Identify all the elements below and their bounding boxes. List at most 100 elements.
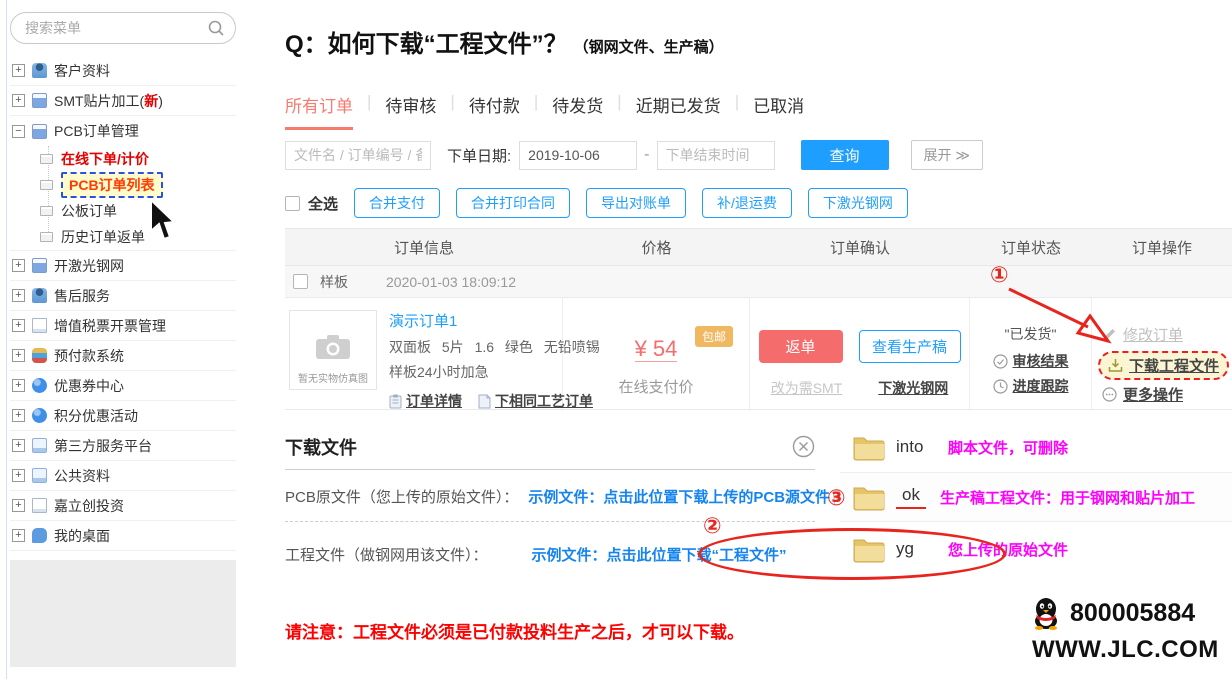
sidebar-footer-area: [10, 560, 236, 667]
annotation-step-1: ①: [990, 262, 1009, 287]
sidebar-item-laser-stencil[interactable]: 开激光钢网: [10, 251, 236, 281]
query-button[interactable]: 查询: [800, 140, 889, 170]
sidebar-item-label: 增值税票开票管理: [54, 317, 166, 334]
sidebar-item-public-resources[interactable]: 公共资料: [10, 461, 236, 491]
tab-pending-shipment[interactable]: 待发货: [520, 92, 603, 127]
camera-icon: [316, 335, 350, 359]
download-engineering-file-link[interactable]: 下载工程文件: [1098, 351, 1230, 380]
sidebar-item-customer-info[interactable]: 客户资料: [10, 56, 236, 86]
pcb-orders-icon: [32, 123, 47, 139]
expand-plus-icon[interactable]: [12, 499, 25, 512]
select-all-checkbox[interactable]: [285, 195, 300, 211]
download-pcb-source-link[interactable]: 示例文件：点击此位置下载上传的PCB源文件: [528, 486, 830, 507]
sidebar-item-smt[interactable]: SMT贴片加工(新): [10, 86, 236, 116]
tab-pending-audit[interactable]: 待审核: [353, 92, 436, 127]
confirm-links: 改为需SMT 下激光钢网: [750, 378, 969, 398]
expand-plus-icon[interactable]: [12, 379, 25, 392]
expand-plus-icon[interactable]: [12, 94, 25, 107]
tab-all-orders[interactable]: 所有订单: [285, 92, 353, 130]
expand-filters-button[interactable]: 展开 ≫: [910, 140, 984, 170]
sidebar-item-label: 优惠券中心: [54, 377, 124, 394]
list-icon: [40, 206, 53, 216]
page-title: Q：如何下载“工程文件”？ （钢网文件、生产稿）: [285, 24, 724, 59]
sidebar-item-my-desktop[interactable]: 我的桌面: [10, 521, 236, 551]
expand-plus-icon[interactable]: [12, 439, 25, 452]
sidebar-item-online-order[interactable]: 在线下单/计价: [10, 146, 236, 172]
reorder-button[interactable]: 返单: [758, 330, 843, 363]
progress-tracking-row[interactable]: 进度跟踪: [970, 376, 1091, 396]
pcb-source-file-label: PCB原文件（您上传的原始文件）：: [285, 489, 519, 506]
points-icon: [32, 408, 47, 423]
sidebar-item-history-reorder[interactable]: 历史订单返单: [10, 224, 236, 250]
sidebar-item-pcb-order-mgmt[interactable]: PCB订单管理: [10, 116, 236, 146]
keyword-input[interactable]: [285, 140, 431, 170]
sidebar-item-public-board-order[interactable]: 公板订单: [10, 198, 236, 224]
expand-plus-icon[interactable]: [12, 469, 25, 482]
expand-plus-icon[interactable]: [12, 319, 25, 332]
change-to-smt-link[interactable]: 改为需SMT: [771, 378, 843, 398]
expand-plus-icon[interactable]: [12, 289, 25, 302]
order-checkbox[interactable]: [293, 274, 308, 289]
folder-row-into[interactable]: into 脚本文件，可删除: [840, 424, 1232, 470]
refund-freight-button[interactable]: 补/退运费: [702, 188, 792, 218]
expand-plus-icon[interactable]: [12, 409, 25, 422]
order-laser-stencil-button[interactable]: 下激光钢网: [807, 188, 908, 218]
sidebar-item-label-highlighted: PCB订单列表: [61, 172, 163, 198]
sidebar-menu: 客户资料 SMT贴片加工(新) PCB订单管理 在线下单/计价 PCB订单: [10, 56, 236, 551]
sidebar-item-jlc-invest[interactable]: 嘉立创投资: [10, 491, 236, 521]
check-circle-icon: [992, 353, 1008, 369]
merge-pay-button[interactable]: 合并支付: [354, 188, 441, 218]
tab-recently-shipped[interactable]: 近期已发货: [603, 92, 721, 127]
laser-stencil-link[interactable]: 下激光钢网: [878, 378, 948, 398]
list-icon: [40, 232, 53, 242]
order-type-label: 样板: [320, 273, 348, 290]
merge-print-contract-button[interactable]: 合并打印合同: [456, 188, 571, 218]
order-tabs: 所有订单 待审核 待付款 待发货 近期已发货 已取消: [285, 92, 804, 130]
sidebar-item-points-activity[interactable]: 积分优惠活动: [10, 401, 236, 431]
col-order-confirm: 订单确认: [829, 239, 890, 257]
clock-icon: [992, 378, 1008, 394]
folder-row-ok[interactable]: ok 生产稿工程文件：用于钢网和贴片加工: [840, 472, 1232, 522]
expand-plus-icon[interactable]: [12, 349, 25, 362]
sidebar-item-pcb-order-list[interactable]: PCB订单列表: [10, 172, 236, 198]
close-icon: [792, 435, 815, 458]
mouse-cursor-icon: [150, 198, 177, 241]
customer-icon: [32, 63, 47, 78]
annotation-step-2: ②: [703, 513, 722, 538]
expand-plus-icon[interactable]: [12, 529, 25, 542]
close-panel-button[interactable]: [792, 435, 815, 458]
order-detail-link-wrap[interactable]: 订单详情: [389, 391, 462, 411]
folder-description: 生产稿工程文件：用于钢网和贴片加工: [939, 489, 1195, 507]
page-title-note: （钢网文件、生产稿）: [573, 39, 724, 56]
sidebar-item-vat-invoice[interactable]: 增值税票开票管理: [10, 311, 236, 341]
price-link[interactable]: ¥ 54: [634, 336, 678, 362]
date-from-input[interactable]: [519, 140, 638, 170]
date-range-separator: -: [644, 146, 650, 163]
folder-name: into: [896, 437, 924, 456]
thumbnail-caption: 暂无实物仿真图: [298, 374, 368, 385]
audit-result-row[interactable]: 审核结果: [970, 351, 1091, 371]
sidebar-item-thirdparty-platform[interactable]: 第三方服务平台: [10, 431, 236, 461]
menu-search-box[interactable]: [10, 12, 236, 44]
expand-plus-icon[interactable]: [12, 64, 25, 77]
more-actions-row[interactable]: 更多操作: [1102, 384, 1232, 405]
invoice-icon: [32, 318, 47, 333]
collapse-minus-icon[interactable]: [12, 124, 25, 138]
sidebar-item-prepay[interactable]: 预付款系统: [10, 341, 236, 371]
view-production-draft-button[interactable]: 查看生产稿: [858, 330, 961, 363]
date-to-input[interactable]: [656, 140, 775, 170]
export-statement-button[interactable]: 导出对账单: [586, 188, 687, 218]
confirm-buttons: 返单 查看生产稿: [750, 330, 969, 363]
date-label: 下单日期:: [447, 147, 512, 165]
sidebar-item-coupon-center[interactable]: 优惠券中心: [10, 371, 236, 401]
tab-pending-payment[interactable]: 待付款: [436, 92, 520, 127]
list-icon: [40, 180, 53, 190]
col-price: 价格: [641, 239, 672, 257]
expand-plus-icon[interactable]: [12, 259, 25, 272]
modify-order-row[interactable]: 修改订单: [1102, 324, 1232, 345]
folder-description: 脚本文件，可删除: [948, 439, 1069, 457]
sidebar-item-aftersales[interactable]: 售后服务: [10, 281, 236, 311]
sidebar-item-label: 公板订单: [61, 203, 117, 219]
tab-cancelled[interactable]: 已取消: [721, 92, 804, 127]
menu-search-input[interactable]: [25, 20, 207, 36]
